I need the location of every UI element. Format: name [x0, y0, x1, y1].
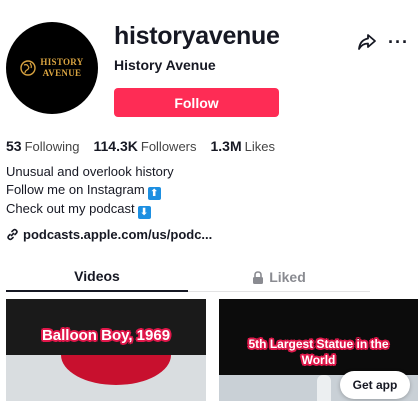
- likes-label: Likes: [244, 139, 275, 154]
- tab-videos[interactable]: Videos: [6, 262, 188, 292]
- following-count: 53: [6, 138, 22, 154]
- bio-line-2: Follow me on Instagram ⬆: [6, 181, 174, 200]
- link-icon: [7, 228, 18, 241]
- logo-text-line2: AVENUE: [42, 68, 82, 78]
- tab-liked-label: Liked: [269, 269, 306, 285]
- bio-line-3-text: Check out my podcast: [6, 200, 135, 216]
- bio: Unusual and overlook history Follow me o…: [6, 163, 174, 219]
- avatar[interactable]: HISTORY AVENUE: [6, 22, 98, 114]
- likes-stat: 1.3M Likes: [211, 138, 275, 154]
- video-caption: 5th Largest Statue in the World: [219, 336, 418, 368]
- following-stat[interactable]: 53 Following: [6, 138, 80, 154]
- nickname: History Avenue: [114, 57, 216, 73]
- bio-link-text: podcasts.apple.com/us/podc...: [23, 227, 213, 242]
- followers-stat[interactable]: 114.3K Followers: [94, 138, 197, 154]
- logo-text-line1: HISTORY: [40, 57, 84, 67]
- history-avenue-logo: HISTORY AVENUE: [20, 57, 83, 79]
- following-label: Following: [24, 139, 80, 154]
- video-caption-line2: World: [301, 353, 336, 367]
- get-app-button[interactable]: Get app: [340, 371, 410, 399]
- globe-icon: [20, 60, 37, 76]
- tab-liked[interactable]: Liked: [188, 262, 370, 292]
- bio-line-3: Check out my podcast ⬇: [6, 200, 174, 219]
- up-arrow-icon: ⬆: [147, 186, 161, 200]
- share-icon[interactable]: [356, 31, 378, 53]
- bio-link[interactable]: podcasts.apple.com/us/podc...: [6, 227, 212, 242]
- likes-count: 1.3M: [210, 138, 242, 154]
- followers-label: Followers: [140, 139, 197, 154]
- statue-image: [317, 375, 331, 401]
- bio-line-2-text: Follow me on Instagram: [6, 181, 145, 197]
- profile-stats: 53 Following 114.3K Followers 1.3M Likes: [6, 138, 275, 154]
- video-thumbnail[interactable]: Balloon Boy, 1969: [6, 299, 206, 401]
- video-caption-line1: 5th Largest Statue in the: [248, 337, 389, 351]
- down-arrow-icon: ⬇: [137, 205, 151, 219]
- tab-divider: [188, 291, 370, 292]
- video-caption: Balloon Boy, 1969: [41, 327, 171, 344]
- follow-button[interactable]: Follow: [114, 88, 279, 117]
- bio-line-1: Unusual and overlook history: [6, 164, 174, 179]
- lock-icon: [253, 270, 264, 284]
- followers-count: 114.3K: [93, 138, 138, 154]
- more-options-icon[interactable]: ···: [388, 32, 409, 53]
- username: historyavenue: [114, 22, 280, 50]
